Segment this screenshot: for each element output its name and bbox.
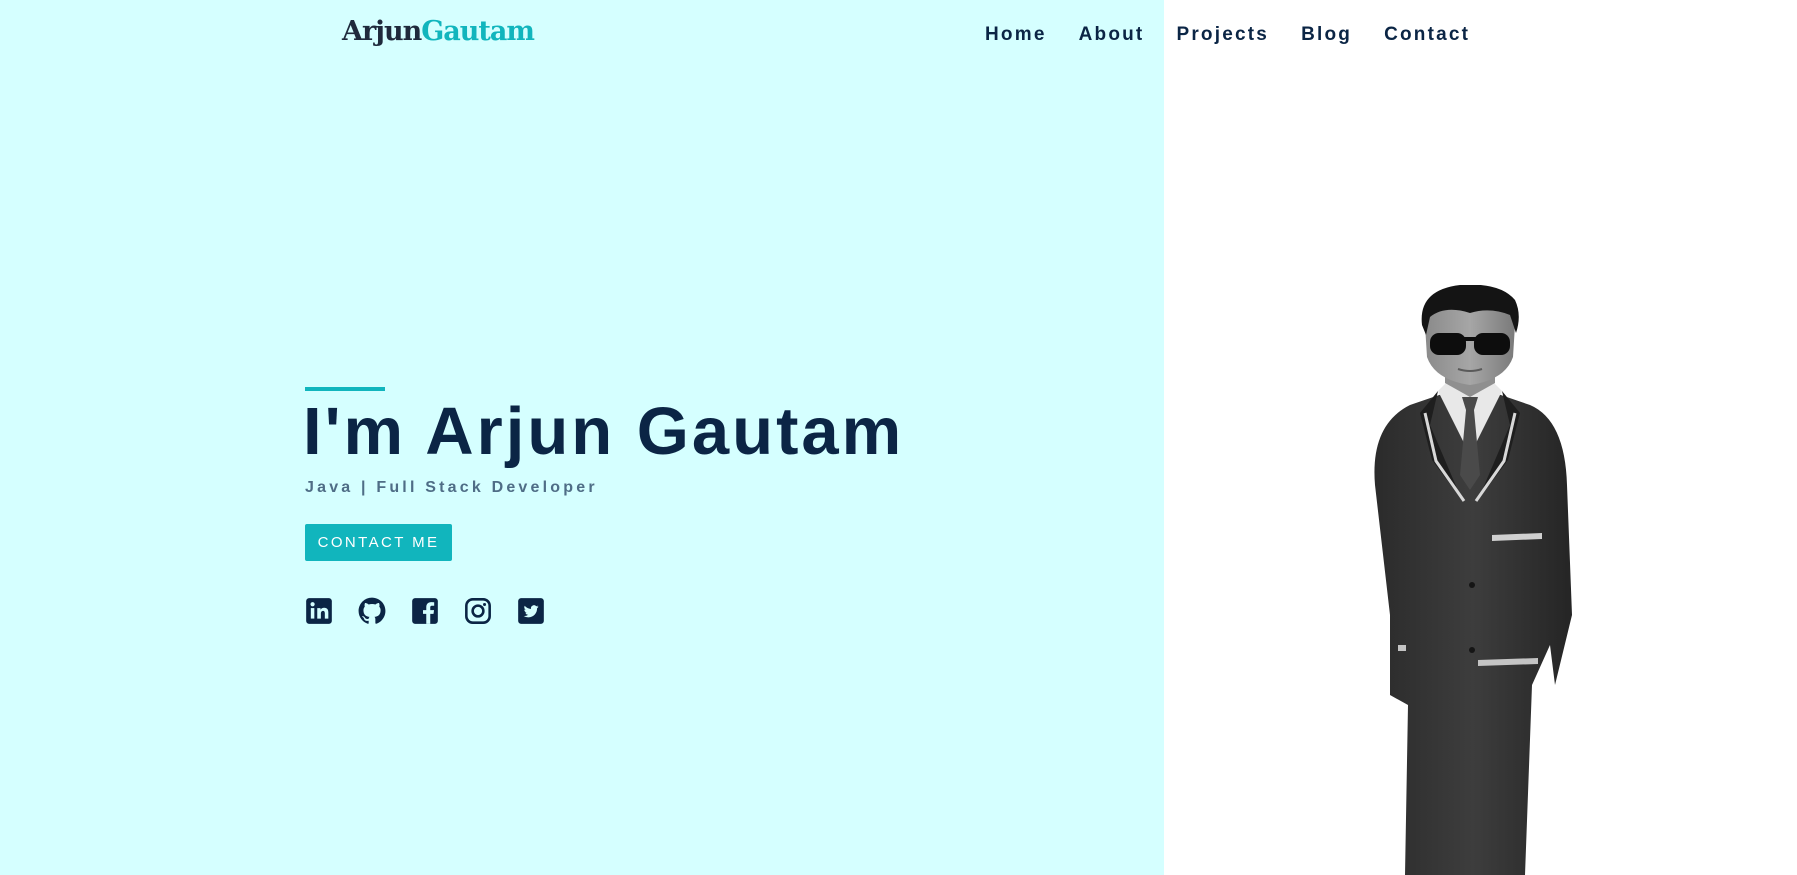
brand-first-name: Arjun — [342, 16, 422, 47]
nav-link-contact[interactable]: Contact — [1384, 24, 1470, 46]
twitter-icon[interactable] — [517, 597, 545, 625]
nav-link-home[interactable]: Home — [985, 24, 1047, 46]
nav-link-blog[interactable]: Blog — [1301, 24, 1352, 46]
hero-section: I'm Arjun Gautam Java | Full Stack Devel… — [303, 387, 905, 497]
profile-portrait — [1374, 285, 1572, 875]
linkedin-icon[interactable] — [305, 597, 333, 625]
github-icon[interactable] — [358, 597, 386, 625]
brand-last-name: Gautam — [421, 16, 535, 47]
facebook-icon[interactable] — [411, 597, 439, 625]
nav-menu: Home About Projects Blog Contact — [985, 24, 1502, 46]
navbar: ArjunGautam Home About Projects Blog Con… — [0, 0, 1797, 74]
hero-title: I'm Arjun Gautam — [303, 394, 905, 469]
hero-subtitle: Java | Full Stack Developer — [305, 479, 598, 497]
brand-logo[interactable]: ArjunGautam — [342, 16, 535, 47]
social-links — [305, 597, 570, 625]
nav-link-about[interactable]: About — [1079, 24, 1145, 46]
nav-link-projects[interactable]: Projects — [1176, 24, 1269, 46]
title-accent-bar — [305, 387, 385, 391]
instagram-icon[interactable] — [464, 597, 492, 625]
contact-me-button[interactable]: CONTACT ME — [305, 524, 452, 561]
